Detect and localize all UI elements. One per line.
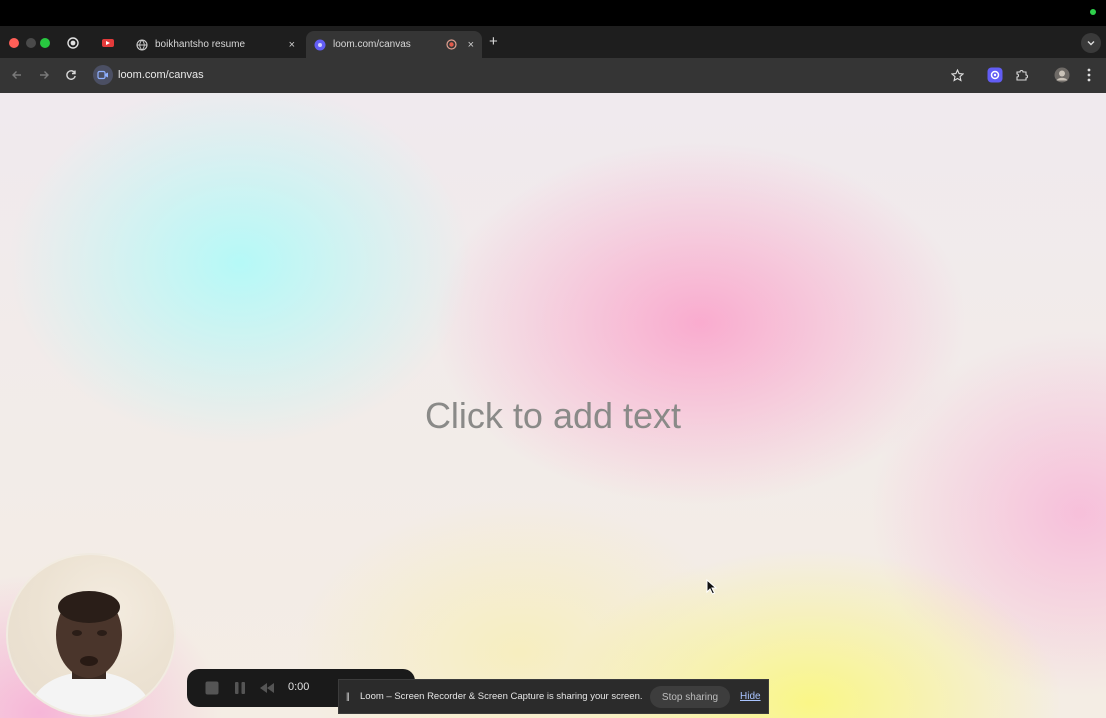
more-menu-icon[interactable] [1080, 66, 1098, 84]
pause-recording-button[interactable] [232, 680, 248, 696]
tab-search-button[interactable] [1081, 33, 1101, 53]
close-tab-button[interactable]: × [289, 39, 295, 51]
minimize-window-button[interactable] [26, 38, 36, 48]
extensions-puzzle-icon[interactable] [1013, 66, 1031, 84]
forward-button[interactable] [36, 67, 52, 83]
share-message: Loom – Screen Recorder & Screen Capture … [360, 691, 643, 702]
url-text: loom.com/canvas [118, 69, 204, 81]
tab-title: boikhantsho resume [155, 39, 246, 50]
reload-icon [66, 70, 76, 80]
loom-icon [314, 39, 326, 51]
hide-share-bar-link[interactable]: Hide [740, 691, 761, 702]
recording-indicator-icon [446, 39, 458, 51]
arrow-left-icon [12, 71, 21, 79]
pause-share-icon: || [346, 691, 350, 701]
menu-bar [0, 0, 1106, 26]
presenter-webcam-image [28, 591, 154, 715]
rewind-icon [260, 683, 274, 693]
stop-icon [205, 681, 219, 695]
arrow-right-icon [40, 71, 49, 79]
maximize-window-button[interactable] [40, 38, 50, 48]
stop-sharing-button[interactable]: Stop sharing [650, 686, 730, 708]
camera-bubble[interactable] [6, 553, 176, 717]
back-button[interactable] [9, 67, 25, 83]
pause-icon [235, 682, 245, 694]
stop-recording-button[interactable] [204, 680, 220, 696]
add-text-placeholder[interactable]: Click to add text [0, 395, 1106, 437]
recording-timer: 0:00 [288, 681, 310, 693]
camera-indicator-icon [1090, 9, 1096, 15]
globe-icon [136, 38, 148, 51]
restart-recording-button[interactable] [259, 680, 275, 696]
loom-extension-icon[interactable] [986, 66, 1004, 84]
tab-title: loom.com/canvas [333, 39, 411, 50]
tab-loom-canvas[interactable]: loom.com/canvas × [306, 31, 482, 58]
chevron-down-icon [1087, 41, 1095, 46]
new-tab-button[interactable]: + [489, 33, 498, 50]
profile-avatar[interactable] [1053, 66, 1071, 84]
reload-button[interactable] [63, 67, 79, 83]
pinned-tab-video-icon[interactable] [100, 35, 116, 51]
bookmark-star-icon[interactable] [948, 66, 966, 84]
site-info-icon[interactable] [93, 65, 113, 85]
address-bar[interactable]: loom.com/canvas [90, 63, 940, 87]
close-tab-button[interactable]: × [468, 39, 474, 51]
screen-share-bar: || Loom – Screen Recorder & Screen Captu… [338, 679, 769, 714]
pinned-tab-record-icon[interactable] [65, 35, 81, 51]
mouse-cursor-icon [706, 579, 718, 595]
close-window-button[interactable] [9, 38, 19, 48]
tab-resume[interactable]: boikhantsho resume × [128, 31, 303, 58]
